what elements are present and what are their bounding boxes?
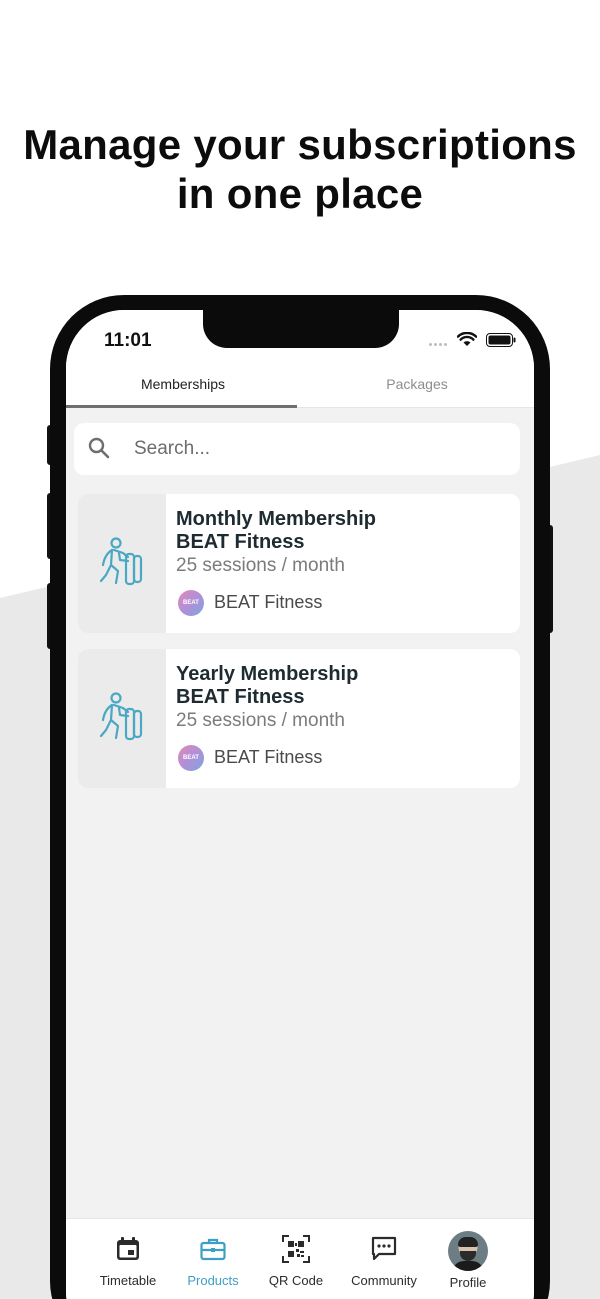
promo-headline: Manage your subscriptions in one place: [0, 120, 600, 218]
nav-label: Community: [351, 1273, 417, 1288]
avatar: [448, 1231, 488, 1271]
weightlifter-icon: [99, 537, 143, 586]
phone-notch: [203, 310, 399, 348]
nav-qr-code[interactable]: QR Code: [251, 1219, 341, 1299]
battery-icon: [486, 333, 516, 347]
bottom-nav: Timetable Products QR Code Community Pro…: [66, 1218, 534, 1299]
qr-code-icon: [282, 1235, 310, 1263]
nav-label: Profile: [449, 1275, 487, 1290]
nav-label: Timetable: [99, 1273, 157, 1288]
calendar-icon: [117, 1237, 139, 1260]
provider-name: BEAT Fitness: [214, 747, 323, 767]
nav-label: Products: [187, 1273, 239, 1288]
nav-community[interactable]: Community: [339, 1219, 429, 1299]
nav-label: QR Code: [268, 1273, 324, 1288]
headline-line-2: in one place: [176, 170, 424, 217]
card-thumbnail: [78, 649, 166, 788]
card-sessions: 25 sessions / month: [176, 710, 345, 731]
membership-card[interactable]: Monthly Membership BEAT Fitness 25 sessi…: [78, 494, 520, 633]
status-time: 11:01: [104, 330, 152, 351]
chat-icon: [371, 1236, 397, 1261]
tab-packages[interactable]: Packages: [300, 370, 534, 408]
weightlifter-icon: [99, 692, 143, 741]
search-bar[interactable]: [74, 423, 520, 475]
card-title-line-2: BEAT Fitness: [176, 686, 305, 708]
headline-line-1: Manage your subscriptions: [23, 121, 577, 168]
tab-bar: Memberships Packages: [66, 370, 534, 408]
card-sessions: 25 sessions / month: [176, 555, 345, 576]
wifi-icon: [457, 332, 477, 346]
signal-dots-icon: [429, 343, 447, 346]
card-thumbnail: [78, 494, 166, 633]
search-icon: [88, 437, 110, 459]
provider-logo: BEAT: [178, 590, 204, 616]
card-title: Yearly Membership BEAT Fitness: [176, 663, 506, 709]
active-tab-indicator: [66, 405, 297, 408]
card-title: Monthly Membership BEAT Fitness: [176, 508, 506, 554]
provider-logo: BEAT: [178, 745, 204, 771]
nav-products[interactable]: Products: [168, 1219, 258, 1299]
briefcase-icon: [200, 1238, 226, 1261]
membership-card[interactable]: Yearly Membership BEAT Fitness 25 sessio…: [78, 649, 520, 788]
card-title-line-1: Monthly Membership: [176, 508, 377, 530]
phone-screen: 11:01 Memberships Packages Search... Mon…: [66, 310, 534, 1299]
card-title-line-2: BEAT Fitness: [176, 531, 305, 553]
nav-timetable[interactable]: Timetable: [83, 1219, 173, 1299]
search-input[interactable]: [134, 435, 494, 463]
phone-frame: 11:01 Memberships Packages Search... Mon…: [50, 295, 550, 1299]
nav-profile[interactable]: Profile: [423, 1219, 513, 1299]
provider-name: BEAT Fitness: [214, 592, 323, 612]
tab-memberships[interactable]: Memberships: [66, 370, 300, 408]
card-title-line-1: Yearly Membership: [176, 663, 359, 685]
